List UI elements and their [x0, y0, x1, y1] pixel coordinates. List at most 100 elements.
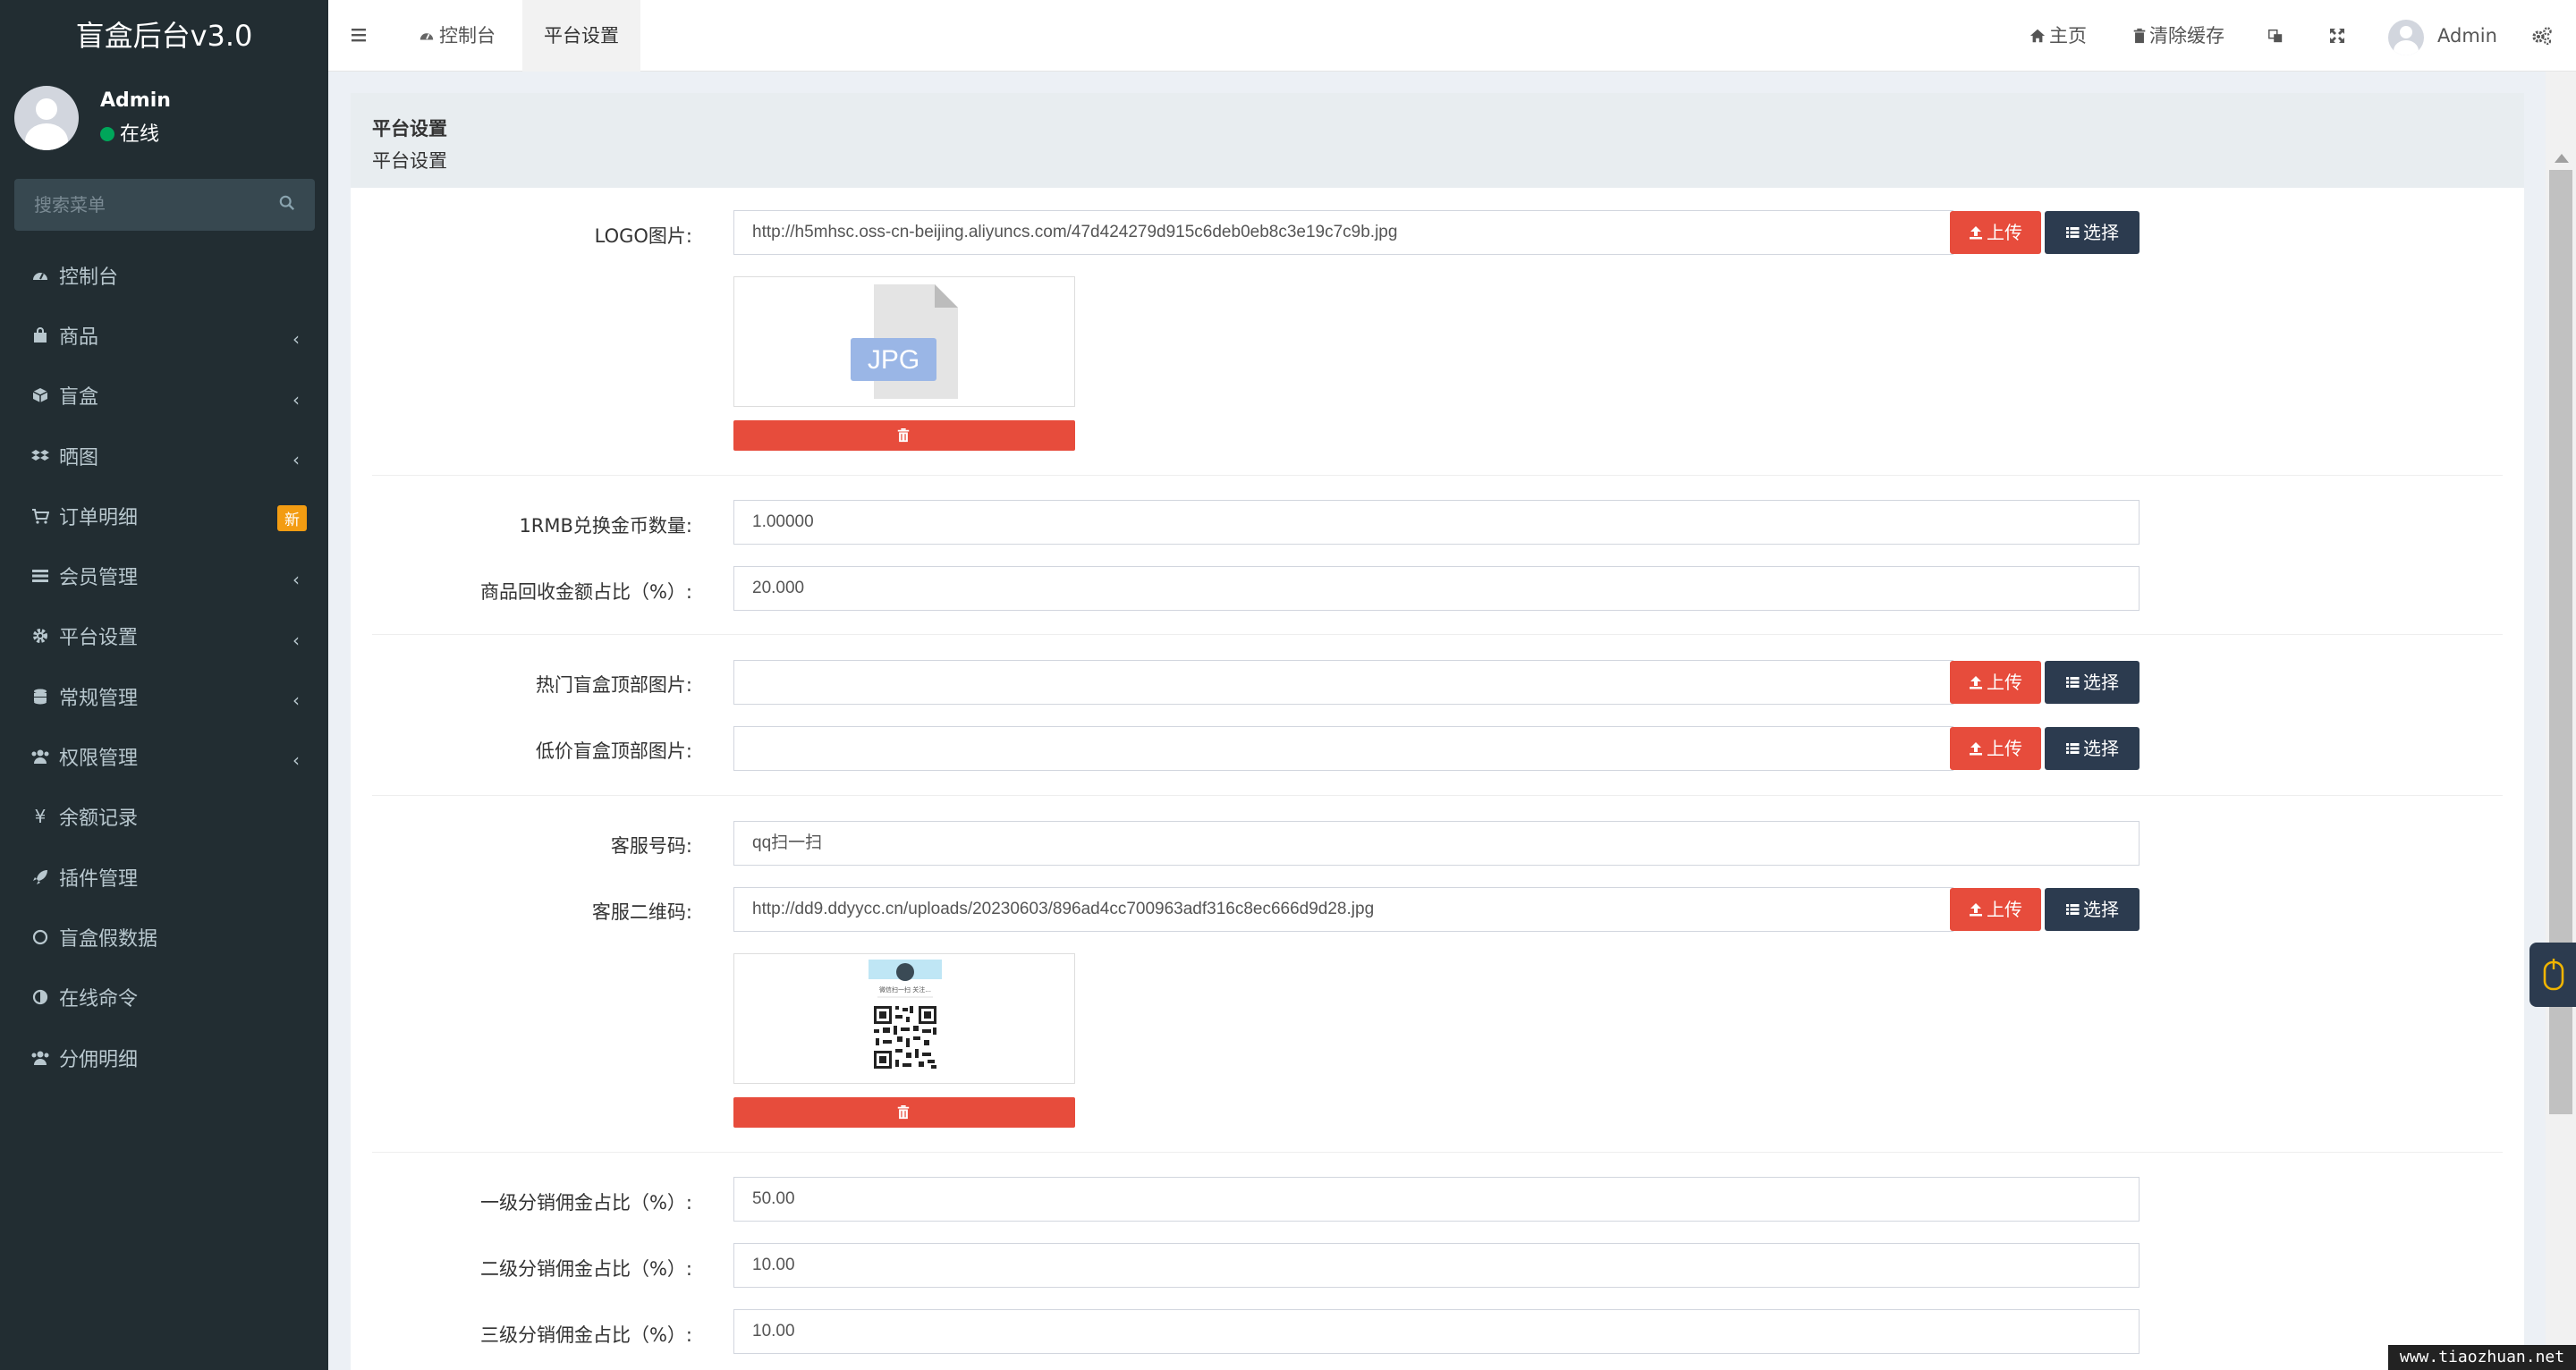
service-qr-label: 客服二维码:	[591, 901, 692, 923]
clear-cache-button[interactable]: 清除缓存	[2132, 0, 2224, 72]
header-user-name[interactable]: Admin	[2437, 0, 2497, 72]
qr-caption: 微信扫一扫 关注...	[879, 985, 931, 994]
sidebar-item-commission[interactable]: 分佣明细	[0, 1028, 328, 1087]
mouse-icon	[2543, 959, 2564, 991]
sidebar-item-general[interactable]: 常规管理 ‹	[0, 666, 328, 726]
scroll-up-arrow-icon[interactable]	[2555, 154, 2569, 163]
tab-label: 控制台	[439, 25, 496, 47]
divider	[372, 1152, 2503, 1153]
sidebar-item-label: 在线命令	[59, 988, 139, 1011]
gears-icon	[2532, 27, 2552, 46]
recycle-ratio-input[interactable]: 20.000	[733, 566, 2140, 611]
sidebar-item-label: 控制台	[59, 266, 119, 289]
header-avatar[interactable]	[2388, 20, 2424, 55]
hot-box-select-button[interactable]: 选择	[2045, 661, 2140, 704]
cheap-box-select-button[interactable]: 选择	[2045, 727, 2140, 770]
cheap-box-image-input[interactable]	[733, 726, 1953, 771]
upload-label: 上传	[1987, 672, 2022, 693]
sidebar-item-online-command[interactable]: 在线命令	[0, 968, 328, 1028]
sidebar-item-label: 订单明细	[59, 506, 139, 529]
sidebar-item-label: 商品	[59, 326, 99, 349]
service-qr-upload-button[interactable]: 上传	[1950, 888, 2041, 931]
avatar	[14, 86, 79, 150]
page-scrollbar[interactable]	[2546, 72, 2576, 1370]
select-label: 选择	[2083, 899, 2119, 920]
circle-icon	[30, 927, 50, 947]
translate-icon	[2268, 29, 2283, 43]
sidebar-item-blindbox[interactable]: 盲盒 ‹	[0, 366, 328, 426]
hot-box-upload-button[interactable]: 上传	[1950, 661, 2041, 704]
upload-icon	[1970, 676, 1982, 689]
user-status-label: 在线	[120, 123, 160, 146]
divider	[372, 634, 2503, 635]
chevron-left-icon: ‹	[292, 629, 300, 651]
logo-input[interactable]: http://h5mhsc.oss-cn-beijing.aliyuncs.co…	[733, 210, 1953, 255]
cheap-box-upload-button[interactable]: 上传	[1950, 727, 2041, 770]
level3-commission-input[interactable]: 10.00	[733, 1309, 2140, 1354]
sidebar: 盲盒后台v3.0 Admin 在线 控制台 商品 ‹ 盲盒 ‹ 晒图 ‹	[0, 0, 328, 1370]
sidebar-item-fake-data[interactable]: 盲盒假数据	[0, 907, 328, 967]
app-logo[interactable]: 盲盒后台v3.0	[0, 0, 328, 72]
user-panel: Admin 在线	[14, 86, 318, 154]
sidebar-item-products[interactable]: 商品 ‹	[0, 305, 328, 365]
floating-side-button[interactable]	[2529, 943, 2576, 1007]
home-icon	[2029, 29, 2046, 43]
fullscreen-button[interactable]	[2328, 0, 2346, 72]
level3-commission-label: 三级分销佣金占比（%）:	[479, 1324, 692, 1346]
qr-code-image: 微信扫一扫 关注...	[869, 960, 942, 1074]
jpg-file-icon: JPG	[851, 284, 958, 399]
tab-dashboard[interactable]: 控制台	[396, 0, 517, 72]
dashboard-icon	[30, 266, 50, 285]
search-icon[interactable]	[279, 195, 295, 211]
tab-platform-settings[interactable]: 平台设置	[522, 0, 640, 72]
chevron-left-icon: ‹	[292, 569, 300, 591]
select-label: 选择	[2083, 738, 2119, 759]
clear-cache-label: 清除缓存	[2149, 25, 2224, 47]
upload-icon	[1970, 226, 1982, 240]
control-sidebar-button[interactable]	[2531, 0, 2553, 72]
trash-icon	[897, 428, 910, 443]
service-qr-select-button[interactable]: 选择	[2045, 888, 2140, 931]
tab-label: 平台设置	[544, 25, 619, 47]
sidebar-item-label: 常规管理	[59, 687, 139, 710]
hot-box-image-input[interactable]	[733, 660, 1953, 705]
sidebar-item-label: 晒图	[59, 446, 99, 469]
logo-upload-button[interactable]: 上传	[1950, 211, 2041, 254]
user-name: Admin	[100, 89, 171, 112]
level2-commission-input[interactable]: 10.00	[733, 1243, 2140, 1288]
search-input[interactable]	[14, 179, 265, 231]
sidebar-item-members[interactable]: 会员管理 ‹	[0, 545, 328, 605]
sidebar-item-photos[interactable]: 晒图 ‹	[0, 426, 328, 486]
sidebar-item-permissions[interactable]: 权限管理 ‹	[0, 726, 328, 786]
sidebar-item-label: 盲盒	[59, 386, 99, 410]
logo-select-button[interactable]: 选择	[2045, 211, 2140, 254]
divider	[372, 795, 2503, 796]
sidebar-item-orders[interactable]: 订单明细 新	[0, 486, 328, 545]
user-status: 在线	[100, 118, 159, 147]
sidebar-item-balance[interactable]: ¥ 余额记录	[0, 787, 328, 847]
sidebar-item-platform-settings[interactable]: 平台设置 ‹	[0, 606, 328, 666]
select-label: 选择	[2083, 672, 2119, 693]
list-icon	[2066, 677, 2080, 688]
logo-delete-button[interactable]	[733, 420, 1075, 451]
translate-button[interactable]	[2267, 0, 2284, 72]
service-number-input[interactable]: qq扫一扫	[733, 821, 2140, 866]
service-qr-delete-button[interactable]	[733, 1097, 1075, 1128]
users-icon	[30, 747, 50, 766]
sidebar-menu: 控制台 商品 ‹ 盲盒 ‹ 晒图 ‹ 订单明细 新 会员管理 ‹ 平台设置 ‹ …	[0, 245, 328, 1087]
service-qr-input[interactable]: http://dd9.ddyycc.cn/uploads/20230603/89…	[733, 887, 1953, 932]
level1-commission-input[interactable]: 50.00	[733, 1177, 2140, 1222]
rmb-rate-input[interactable]: 1.00000	[733, 500, 2140, 545]
sidebar-item-label: 插件管理	[59, 867, 139, 891]
hamburger-icon[interactable]	[350, 25, 369, 45]
list-icon	[2066, 743, 2080, 754]
panel-title: 平台设置	[372, 118, 447, 140]
sidebar-search	[14, 179, 315, 231]
home-link[interactable]: 主页	[2029, 0, 2087, 72]
sidebar-item-dashboard[interactable]: 控制台	[0, 245, 328, 305]
service-qr-preview: 微信扫一扫 关注...	[733, 953, 1075, 1084]
level1-commission-label: 一级分销佣金占比（%）:	[479, 1192, 692, 1214]
watermark: www.tiaozhuan.net	[2388, 1345, 2576, 1370]
list-icon	[2066, 227, 2080, 238]
sidebar-item-plugins[interactable]: 插件管理	[0, 847, 328, 907]
